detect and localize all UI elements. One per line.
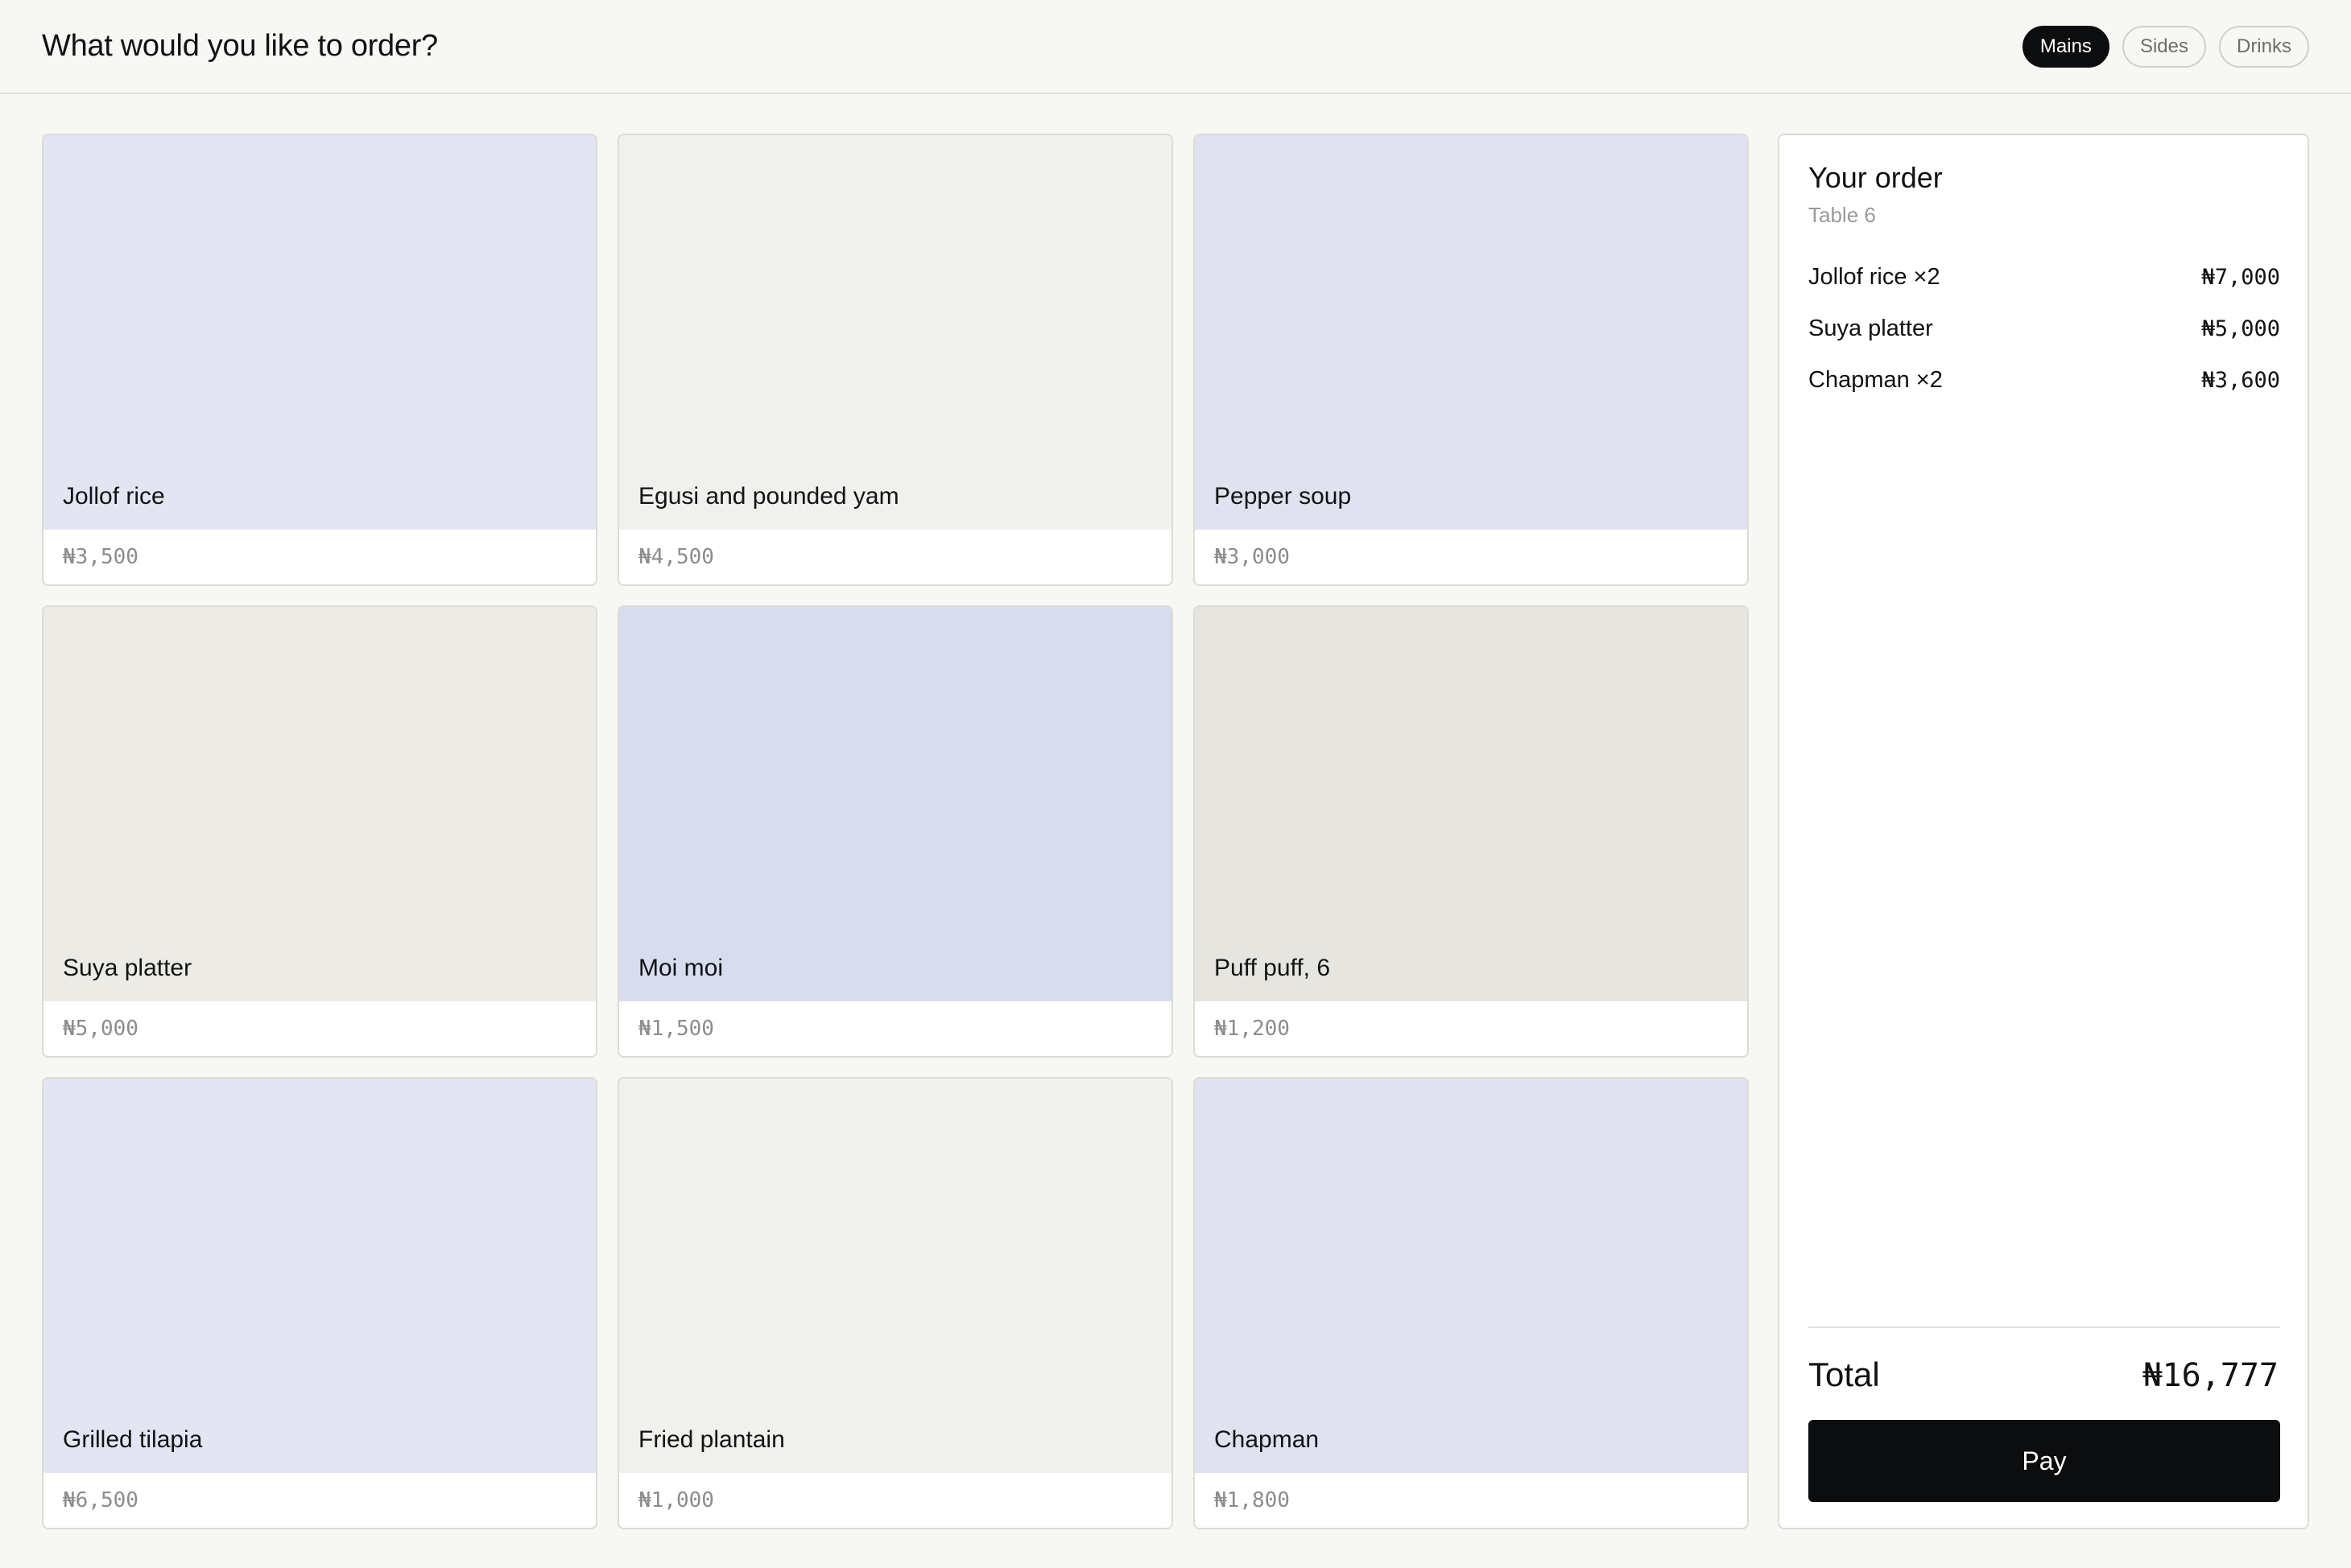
menu-item-name: Fried plantain: [638, 1426, 785, 1453]
menu-item-name: Chapman: [1214, 1426, 1320, 1453]
menu-item-card[interactable]: Fried plantain ₦1,000: [618, 1077, 1173, 1529]
menu-item-card[interactable]: Chapman ₦1,800: [1193, 1077, 1749, 1529]
menu-item-card[interactable]: Moi moi ₦1,500: [618, 605, 1173, 1058]
pay-button[interactable]: Pay: [1808, 1420, 2280, 1502]
app-header: What would you like to order? Mains Side…: [0, 0, 2351, 94]
menu-item-name: Jollof rice: [63, 483, 165, 510]
order-panel: Your order Table 6 Jollof rice ×2 ₦7,000…: [1778, 134, 2309, 1529]
total-divider: [1808, 1327, 2280, 1328]
menu-item-price: ₦3,000: [1214, 545, 1290, 569]
total-label: Total: [1808, 1355, 1880, 1393]
menu-item-price: ₦5,000: [63, 1017, 138, 1041]
menu-item-name: Egusi and pounded yam: [638, 483, 899, 510]
menu-item-price: ₦1,500: [638, 1017, 714, 1041]
order-line-label: Chapman ×2: [1808, 366, 1943, 393]
menu-item-name: Puff puff, 6: [1214, 955, 1331, 981]
menu-item-card[interactable]: Puff puff, 6 ₦1,200: [1193, 605, 1749, 1058]
menu-item-price: ₦3,500: [63, 545, 138, 569]
menu-grid: Jollof rice ₦3,500 Egusi and pounded yam…: [42, 134, 1749, 1529]
menu-item-name: Grilled tilapia: [63, 1426, 203, 1453]
total-value: ₦16,777: [2142, 1357, 2279, 1394]
order-line: Suya platter ₦5,000: [1808, 303, 2280, 354]
order-line-price: ₦5,000: [2201, 316, 2280, 341]
menu-item-image: Egusi and pounded yam: [619, 135, 1171, 530]
menu-item-price: ₦1,800: [1214, 1488, 1290, 1512]
table-label: Table 6: [1808, 203, 1876, 227]
tab-drinks[interactable]: Drinks: [2218, 26, 2309, 68]
order-line-price: ₦7,000: [2201, 264, 2280, 290]
menu-item-card[interactable]: Grilled tilapia ₦6,500: [42, 1077, 597, 1529]
menu-item-price: ₦6,500: [63, 1488, 138, 1512]
page-title: What would you like to order?: [42, 29, 438, 63]
order-line-list: Jollof rice ×2 ₦7,000 Suya platter ₦5,00…: [1808, 251, 2280, 406]
category-tabs: Mains Sides Drinks: [2022, 26, 2309, 68]
order-line-label: Jollof rice ×2: [1808, 263, 1940, 290]
order-line: Jollof rice ×2 ₦7,000: [1808, 251, 2280, 303]
tab-sides[interactable]: Sides: [2122, 26, 2206, 68]
menu-item-card[interactable]: Suya platter ₦5,000: [42, 605, 597, 1058]
menu-item-price: ₦4,500: [638, 545, 714, 569]
menu-item-card[interactable]: Egusi and pounded yam ₦4,500: [618, 134, 1173, 586]
menu-item-card[interactable]: Pepper soup ₦3,000: [1193, 134, 1749, 586]
menu-item-image: Jollof rice: [43, 135, 596, 530]
menu-item-image: Puff puff, 6: [1195, 607, 1747, 1001]
menu-item-card[interactable]: Jollof rice ₦3,500: [42, 134, 597, 586]
menu-item-image: Chapman: [1195, 1079, 1747, 1473]
menu-item-image: Grilled tilapia: [43, 1079, 596, 1473]
order-line: Chapman ×2 ₦3,600: [1808, 354, 2280, 406]
menu-item-name: Moi moi: [638, 955, 724, 981]
menu-item-image: Fried plantain: [619, 1079, 1171, 1473]
order-title: Your order: [1808, 161, 1943, 194]
order-line-label: Suya platter: [1808, 315, 1933, 341]
menu-item-price: ₦1,000: [638, 1488, 714, 1512]
menu-item-name: Pepper soup: [1214, 483, 1352, 510]
menu-item-name: Suya platter: [63, 955, 192, 981]
tab-mains[interactable]: Mains: [2022, 26, 2109, 68]
menu-item-image: Suya platter: [43, 607, 596, 1001]
order-line-price: ₦3,600: [2201, 367, 2280, 393]
menu-item-image: Pepper soup: [1195, 135, 1747, 530]
menu-item-price: ₦1,200: [1214, 1017, 1290, 1041]
menu-item-image: Moi moi: [619, 607, 1171, 1001]
